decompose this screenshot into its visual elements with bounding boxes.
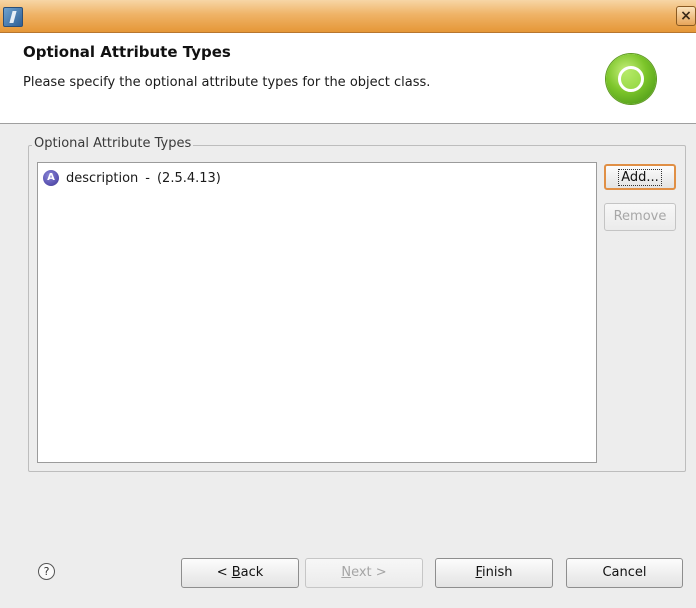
next-button[interactable]: Next > (305, 558, 423, 588)
add-button-label: Add... (618, 169, 662, 186)
attribute-type-icon: A (43, 170, 59, 186)
cancel-button[interactable]: Cancel (566, 558, 683, 588)
dialog-app-icon (3, 7, 23, 27)
close-icon[interactable]: × (676, 6, 696, 26)
add-button[interactable]: Add... (604, 164, 676, 190)
object-class-wizard-icon (606, 54, 656, 104)
attribute-name: description (66, 170, 139, 186)
attribute-types-list[interactable]: A description - (2.5.4.13) (37, 162, 597, 463)
back-label-rest: ack (240, 565, 264, 580)
remove-button[interactable]: Remove (604, 203, 676, 231)
attribute-separator: - (145, 170, 150, 186)
wizard-header: Optional Attribute Types Please specify … (0, 33, 696, 124)
finish-label-rest: inish (482, 565, 513, 580)
group-legend: Optional Attribute Types (32, 136, 194, 151)
next-label-mnemonic: N (341, 565, 352, 580)
list-item[interactable]: A description - (2.5.4.13) (43, 170, 221, 186)
back-label-prefix: < (216, 565, 232, 580)
back-button[interactable]: < Back (181, 558, 299, 588)
finish-button[interactable]: Finish (435, 558, 553, 588)
attribute-oid: (2.5.4.13) (156, 170, 221, 186)
help-icon[interactable]: ? (38, 563, 55, 580)
title-bar: × (0, 0, 696, 33)
page-description: Please specify the optional attribute ty… (23, 75, 431, 90)
page-title: Optional Attribute Types (23, 43, 231, 61)
back-label-mnemonic: B (231, 565, 241, 580)
next-label-rest: ext > (351, 565, 387, 580)
